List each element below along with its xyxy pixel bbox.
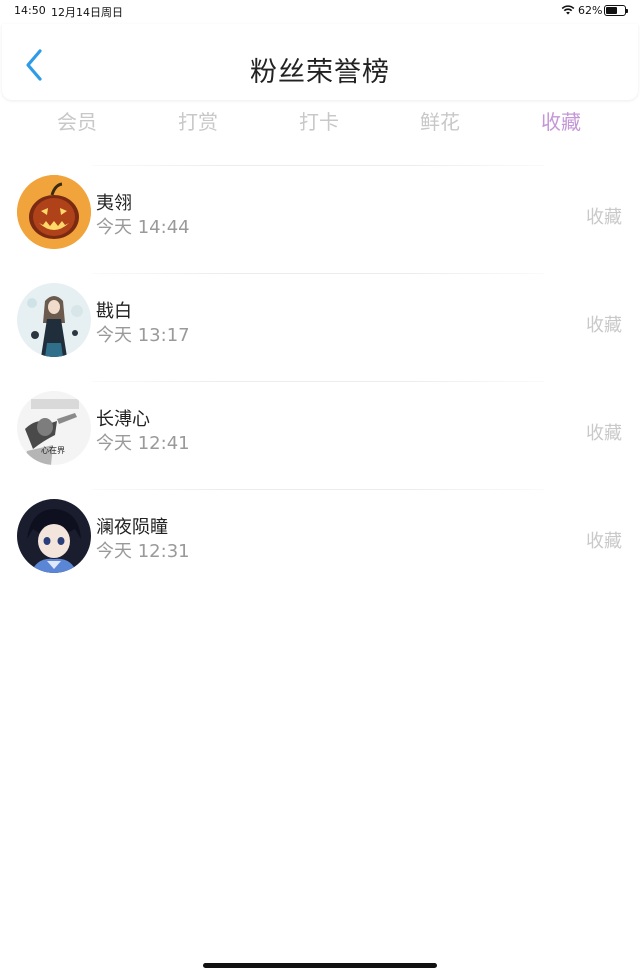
svg-text:心在界: 心在界 [41,445,65,455]
action-label: 收藏 [586,531,622,552]
row-divider [92,489,544,490]
tab-bar: 会员 打赏 打卡 鲜花 收藏 [0,106,640,140]
status-date: 12月14日周日 [51,6,123,19]
tab-checkin[interactable]: 打卡 [269,106,369,135]
status-bar: 14:50 12月14日周日 62% [0,0,640,22]
user-name: 戡白 [96,301,132,322]
navigation-bar: 粉丝荣誉榜 [2,24,638,100]
list-item[interactable]: 澜夜陨瞳 今天 12:31 收藏 [0,491,640,599]
tab-favorites[interactable]: 收藏 [511,106,611,135]
user-name: 夷翎 [96,193,132,214]
battery-fill [606,7,618,14]
page-title: 粉丝荣誉榜 [250,57,390,88]
user-time: 今天 13:17 [96,325,190,346]
row-divider [92,273,544,274]
girl-avatar [17,283,91,357]
home-indicator [203,963,437,968]
battery-percent: 62% [578,4,603,17]
tab-flowers[interactable]: 鲜花 [390,106,490,135]
list-item[interactable]: 夷翎 今天 14:44 收藏 [0,167,640,275]
user-name: 澜夜陨瞳 [96,517,168,538]
tab-member[interactable]: 会员 [27,106,127,135]
battery-icon [604,5,628,16]
user-time: 今天 12:31 [96,541,190,562]
user-name: 长溥心 [96,409,150,430]
user-time: 今天 12:41 [96,433,190,454]
pumpkin-avatar [17,175,91,249]
row-divider [92,165,544,166]
tab-reward[interactable]: 打赏 [148,106,248,135]
sketch-avatar: 心在界 [17,391,91,465]
list-item[interactable]: 心在界 长溥心 今天 12:41 收藏 [0,383,640,491]
user-time: 今天 14:44 [96,217,190,238]
action-label: 收藏 [586,315,622,336]
action-label: 收藏 [586,423,622,444]
anime-boy-avatar [17,499,91,573]
wifi-icon [561,5,575,15]
list-item[interactable]: 戡白 今天 13:17 收藏 [0,275,640,383]
row-divider [92,381,544,382]
status-time: 14:50 [14,4,46,17]
action-label: 收藏 [586,207,622,228]
